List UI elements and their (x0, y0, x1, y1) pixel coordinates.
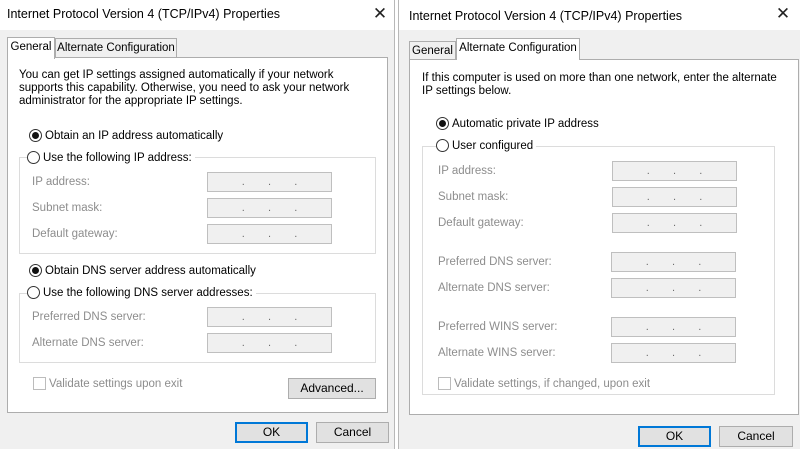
auto-private-label: Automatic private IP address (452, 117, 599, 130)
dns-auto-label: Obtain DNS server address automatically (45, 264, 256, 277)
title-bar: Internet Protocol Version 4 (TCP/IPv4) P… (399, 0, 800, 30)
ip-auto-radio[interactable] (29, 129, 42, 142)
preferred-dns-input[interactable]: ... (207, 307, 332, 327)
ok-button[interactable]: OK (638, 426, 711, 447)
validate-option[interactable]: Validate settings, if changed, upon exit (438, 377, 650, 390)
tab-alternate-configuration[interactable]: Alternate Configuration (456, 38, 580, 60)
general-description: You can get IP settings assigned automat… (19, 69, 350, 107)
alternate-tab-panel: If this computer is used on more than on… (409, 59, 799, 415)
dns-manual-option[interactable]: Use the following DNS server addresses: (27, 286, 256, 299)
alternate-wins-label: Alternate WINS server: (438, 347, 556, 359)
close-icon[interactable]: ✕ (360, 0, 394, 28)
ip-manual-radio[interactable] (27, 151, 40, 164)
default-gateway-label: Default gateway: (438, 217, 524, 229)
user-configured-label: User configured (452, 139, 534, 152)
alternate-description: If this computer is used on more than on… (422, 72, 777, 97)
alternate-dns-label: Alternate DNS server: (32, 337, 144, 349)
ipv4-properties-dialog-alternate: Internet Protocol Version 4 (TCP/IPv4) P… (398, 0, 800, 449)
preferred-wins-input[interactable]: ... (611, 317, 736, 337)
alternate-dns-input[interactable]: ... (207, 333, 332, 353)
alternate-dns-label: Alternate DNS server: (438, 282, 550, 294)
validate-option[interactable]: Validate settings upon exit (33, 377, 182, 390)
ip-auto-option[interactable]: Obtain an IP address automatically (29, 129, 223, 142)
user-configured-group: IP address: ... Subnet mask: ... Default… (422, 146, 775, 395)
validate-checkbox[interactable] (33, 377, 46, 390)
alternate-wins-input[interactable]: ... (611, 343, 736, 363)
dns-manual-label: Use the following DNS server addresses: (43, 286, 253, 299)
validate-checkbox[interactable] (438, 377, 451, 390)
tab-general[interactable]: General (7, 37, 55, 59)
ip-auto-label: Obtain an IP address automatically (45, 129, 224, 142)
cancel-button[interactable]: Cancel (719, 426, 793, 447)
auto-private-option[interactable]: Automatic private IP address (436, 117, 599, 130)
auto-private-radio[interactable] (436, 117, 449, 130)
tab-general[interactable]: General (409, 41, 456, 61)
user-configured-option[interactable]: User configured (436, 139, 537, 152)
alt-default-gateway-input[interactable]: ... (612, 213, 737, 233)
ip-manual-label: Use the following IP address: (43, 151, 192, 164)
dialog-title: Internet Protocol Version 4 (TCP/IPv4) P… (7, 7, 281, 21)
ip-address-label: IP address: (32, 176, 90, 188)
tab-alternate-configuration[interactable]: Alternate Configuration (55, 38, 177, 58)
dialog-title: Internet Protocol Version 4 (TCP/IPv4) P… (409, 9, 683, 23)
validate-label: Validate settings, if changed, upon exit (454, 377, 651, 390)
close-icon[interactable]: ✕ (763, 0, 800, 28)
subnet-mask-label: Subnet mask: (32, 202, 103, 214)
dns-server-group: Preferred DNS server: ... Alternate DNS … (19, 293, 376, 363)
alt-ip-address-input[interactable]: ... (612, 161, 737, 181)
default-gateway-input[interactable]: ... (207, 224, 332, 244)
cancel-button[interactable]: Cancel (316, 422, 389, 443)
ok-button[interactable]: OK (235, 422, 308, 443)
preferred-dns-label: Preferred DNS server: (32, 311, 146, 323)
default-gateway-label: Default gateway: (32, 228, 118, 240)
ip-address-group: IP address: ... Subnet mask: ... Default… (19, 157, 376, 254)
dns-auto-option[interactable]: Obtain DNS server address automatically (29, 264, 256, 277)
alt-preferred-dns-input[interactable]: ... (611, 252, 736, 272)
ip-address-label: IP address: (438, 165, 496, 177)
preferred-wins-label: Preferred WINS server: (438, 321, 558, 333)
alt-subnet-mask-input[interactable]: ... (612, 187, 737, 207)
subnet-mask-label: Subnet mask: (438, 191, 509, 203)
user-configured-radio[interactable] (436, 139, 449, 152)
general-tab-panel: You can get IP settings assigned automat… (7, 57, 388, 413)
validate-label: Validate settings upon exit (49, 377, 183, 390)
dns-manual-radio[interactable] (27, 286, 40, 299)
advanced-button[interactable]: Advanced... (288, 378, 376, 399)
preferred-dns-label: Preferred DNS server: (438, 256, 552, 268)
ip-manual-option[interactable]: Use the following IP address: (27, 151, 195, 164)
title-bar: Internet Protocol Version 4 (TCP/IPv4) P… (0, 0, 394, 30)
ip-address-input[interactable]: ... (207, 172, 332, 192)
alt-alternate-dns-input[interactable]: ... (611, 278, 736, 298)
subnet-mask-input[interactable]: ... (207, 198, 332, 218)
dns-auto-radio[interactable] (29, 264, 42, 277)
ipv4-properties-dialog-general: Internet Protocol Version 4 (TCP/IPv4) P… (0, 0, 395, 449)
